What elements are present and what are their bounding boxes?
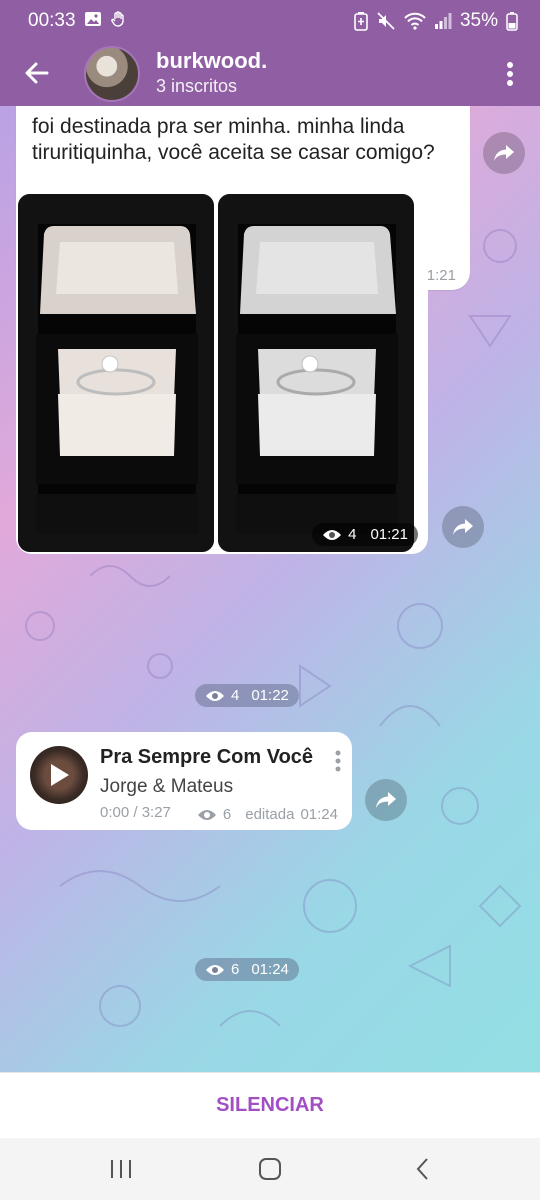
album-meta: 4 01:21 [312, 523, 418, 546]
edited-label: editada [245, 806, 295, 823]
gallery-icon [84, 10, 102, 28]
battery-saver-icon [354, 11, 368, 31]
wifi-icon [404, 12, 426, 30]
mute-label: SILENCIAR [216, 1094, 324, 1116]
home-icon [259, 1158, 281, 1180]
recent-apps-button[interactable] [106, 1156, 136, 1182]
channel-avatar[interactable] [84, 46, 140, 102]
views-eye-icon [322, 528, 342, 542]
ring-photo-1[interactable] [18, 194, 214, 552]
more-options-button[interactable] [498, 56, 522, 92]
chevron-left-icon [416, 1158, 428, 1180]
post-meta-pill: 4 01:22 [195, 684, 299, 707]
system-nav-bar [0, 1138, 540, 1200]
battery-percent: 35% [459, 10, 498, 31]
audio-title: Pra Sempre Com Você [100, 746, 314, 768]
hand-icon [110, 10, 128, 28]
ring-box-image [218, 194, 414, 552]
views-eye-icon [205, 689, 225, 703]
play-button[interactable] [30, 746, 88, 804]
views-eye-icon [205, 963, 225, 977]
home-button[interactable] [255, 1156, 285, 1182]
message-text: foi destinada pra ser minha. minha linda… [32, 115, 435, 164]
share-arrow-icon [494, 145, 514, 161]
more-vert-icon [507, 62, 513, 86]
message-meta: 6 editada 01:24 [197, 806, 338, 823]
ring-photo-2[interactable] [218, 194, 414, 552]
views-eye-icon [197, 808, 217, 822]
mute-icon [376, 11, 396, 31]
audio-menu-button[interactable] [332, 748, 344, 774]
chat-header: burkwood. 3 inscritos [0, 40, 540, 106]
back-arrow-icon [25, 62, 49, 84]
signal-icon [434, 12, 452, 30]
ring-box-image [18, 194, 214, 552]
views-count: 4 [231, 687, 240, 704]
status-left-icons [84, 10, 128, 28]
battery-icon [506, 11, 518, 31]
status-time: 00:33 [28, 10, 76, 31]
status-bar: 00:33 35% [0, 0, 540, 40]
audio-artist: Jorge & Mateus [100, 776, 234, 797]
post-meta-pill: 6 01:24 [195, 958, 299, 981]
message-time: 01:21 [370, 526, 408, 543]
audio-duration: 0:00 / 3:27 [100, 804, 171, 821]
status-right-icons: 35% [354, 10, 518, 32]
share-button[interactable] [365, 779, 407, 821]
system-back-button[interactable] [408, 1156, 438, 1182]
share-arrow-icon [453, 519, 473, 535]
audio-message-bubble[interactable]: Pra Sempre Com Você Jorge & Mateus 0:00 … [16, 732, 352, 830]
back-button[interactable] [18, 54, 56, 92]
share-arrow-icon [376, 792, 396, 808]
views-count: 6 [222, 806, 232, 823]
channel-title[interactable]: burkwood. [156, 48, 267, 74]
more-vert-icon [335, 750, 341, 772]
views-count: 6 [231, 961, 240, 978]
message-time: 01:24 [251, 961, 289, 978]
chat-area[interactable]: foi destinada pra ser minha. minha linda… [0, 106, 540, 1072]
message-time: 01:22 [251, 687, 289, 704]
play-icon [51, 764, 69, 786]
channel-subscribers: 3 inscritos [156, 76, 238, 96]
photo-album[interactable]: 4 01:21 [16, 192, 428, 554]
share-button[interactable] [442, 506, 484, 548]
share-button[interactable] [483, 132, 525, 174]
message-time: 01:24 [300, 806, 338, 823]
mute-channel-button[interactable]: SILENCIAR [0, 1072, 540, 1138]
recent-apps-icon [111, 1160, 131, 1178]
views-count: 4 [348, 526, 357, 543]
